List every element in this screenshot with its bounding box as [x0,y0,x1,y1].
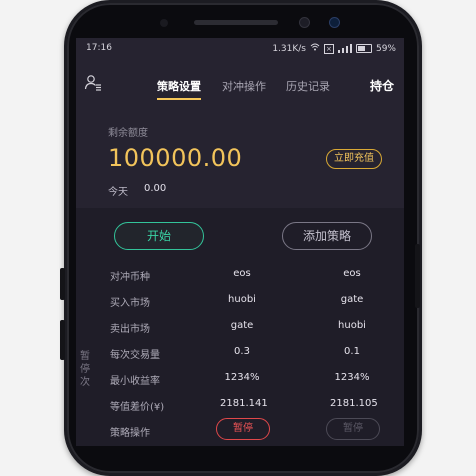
holdings-link[interactable]: 持仓 [370,77,394,94]
app-screen: 17:16 1.31K/s × 59% 策略设置 对冲操作 历史记录 持仓 剩余… [76,38,404,446]
table-row: 对冲币种 eos eos [76,262,404,286]
strategy-2-value: gate [340,294,364,305]
table-row: 等值差价(¥) 2181.141 2181.105 [76,392,404,416]
top-nav: 策略设置 对冲操作 历史记录 持仓 [76,72,404,100]
strategy-1-value: huobi [228,294,256,305]
strategy-2-value: 1234% [334,372,370,383]
today-label: 今天 [108,187,128,198]
volume-button [60,320,65,360]
power-button [415,244,420,308]
strategy-1-value: 1234% [224,372,260,383]
strategy-2-value: 0.1 [344,346,360,357]
start-button[interactable]: 开始 [114,222,204,250]
tab-strategy-settings[interactable]: 策略设置 [157,78,201,100]
signal-icon [337,44,352,53]
strategy-2-value: eos [343,268,361,279]
volume-button [60,268,65,300]
strategy-1-value: eos [233,268,251,279]
network-speed: 1.31K/s [272,43,306,54]
strategy-1-value: 2181.141 [220,398,268,409]
row-label: 对冲币种 [110,272,150,283]
recharge-button[interactable]: 立即充值 [326,149,382,169]
balance-value: 100000.00 [108,144,243,172]
table-row: 卖出市场 gate huobi [76,314,404,338]
strategy-1-value: gate [230,320,254,331]
battery-percent: 59% [375,43,396,54]
strategy-1-value: 0.3 [234,346,250,357]
iris-camera [329,17,340,28]
pause-button[interactable]: 暂停 [216,418,270,440]
earpiece-speaker [194,20,278,25]
table-row: 每次交易量 0.3 0.1 [76,340,404,364]
table-row: 买入市场 huobi gate [76,288,404,312]
row-label: 卖出市场 [110,324,150,335]
row-label: 策略操作 [110,428,150,439]
sim-x-icon: × [323,43,334,54]
user-menu-icon[interactable] [84,74,102,92]
proximity-sensor [160,19,168,27]
status-bar: 17:16 1.31K/s × 59% [76,38,404,60]
wifi-icon [310,43,320,54]
strategy-2-value: 2181.105 [330,398,378,409]
status-time: 17:16 [86,43,112,53]
row-label: 每次交易量 [110,350,160,361]
tab-hedge-operations[interactable]: 对冲操作 [222,78,266,94]
table-row: 最小收益率 1234% 1234% [76,366,404,390]
row-label: 最小收益率 [110,376,160,387]
balance-label: 剩余额度 [108,128,148,139]
row-label: 买入市场 [110,298,150,309]
add-strategy-button[interactable]: 添加策略 [282,222,372,250]
tab-history[interactable]: 历史记录 [286,78,330,94]
today-value: 0.00 [144,183,167,194]
table-row: 策略操作 暂停 暂停 [76,418,404,442]
row-label: 等值差价(¥) [110,402,165,413]
status-indicators: 1.31K/s × 59% [272,43,396,54]
battery-icon [355,44,372,53]
front-camera [299,17,310,28]
pause-button[interactable]: 暂停 [326,418,380,440]
strategy-2-value: huobi [338,320,366,331]
